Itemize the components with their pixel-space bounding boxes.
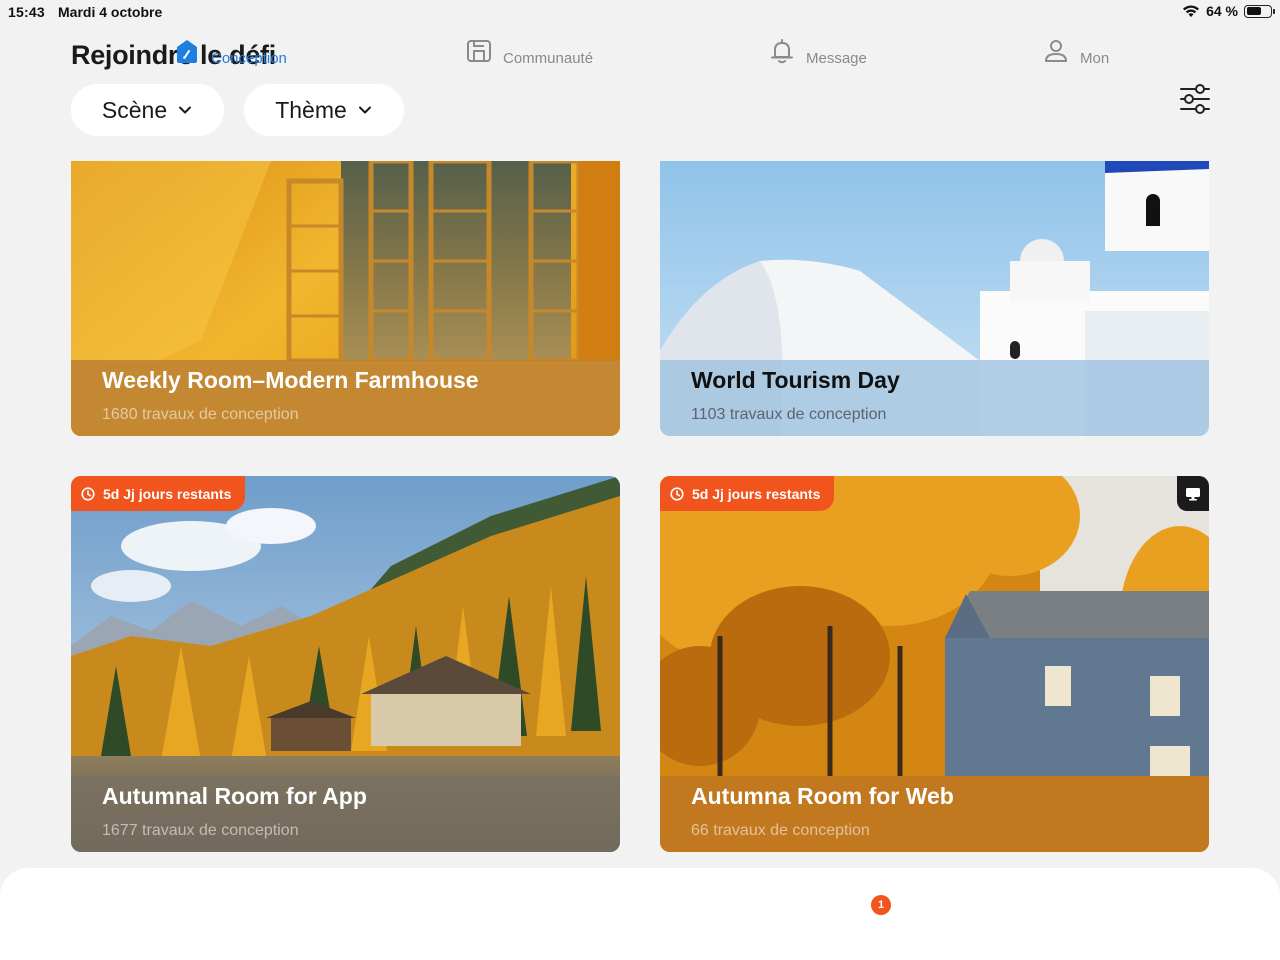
theme-dropdown-label: Thème — [275, 96, 347, 123]
card-title: Autumna Room for Web — [691, 783, 954, 809]
badge-label: 5d Jj jours restants — [103, 485, 232, 502]
scene-dropdown-label: Scène — [101, 96, 168, 123]
tab-label: Message — [806, 50, 867, 67]
status-bar: 15:43 Mardi 4 octobre 64 % — [0, 0, 1280, 24]
card-works-count: 1103 travaux de conception — [691, 406, 887, 423]
card-works-count: 66 travaux de conception — [691, 822, 870, 839]
wifi-icon — [1183, 5, 1200, 17]
clock-icon — [81, 486, 95, 501]
card-caption: Weekly Room–Modern Farmhouse 1680 travau… — [71, 360, 620, 436]
tab-mon[interactable]: Mon — [1042, 39, 1110, 67]
badge-label: 5d Jj jours restants — [692, 485, 821, 502]
status-date: Mardi 4 octobre — [58, 4, 163, 20]
time-remaining-badge: 5d Jj jours restants — [71, 476, 246, 511]
filter-settings-icon[interactable] — [1178, 82, 1212, 116]
challenge-card-autumna-room-web[interactable]: 5d Jj jours restants Autumna Room for We… — [660, 476, 1209, 852]
challenge-card-modern-farmhouse[interactable]: Weekly Room–Modern Farmhouse 1680 travau… — [71, 161, 620, 436]
tab-label: Conception — [211, 50, 287, 67]
card-caption: Autumnal Room for App 1677 travaux de co… — [71, 776, 620, 852]
community-icon — [467, 39, 491, 62]
battery-level — [1246, 7, 1262, 15]
tab-label: Mon — [1080, 50, 1110, 67]
bell-icon — [771, 38, 793, 63]
card-works-count: 1677 travaux de conception — [102, 822, 299, 839]
challenge-card-world-tourism-day[interactable]: World Tourism Day 1103 travaux de concep… — [660, 161, 1209, 436]
design-icon — [177, 39, 197, 63]
battery-icon — [1244, 4, 1275, 18]
status-time: 15:43 — [8, 4, 45, 20]
monitor-icon — [1186, 487, 1200, 500]
user-icon — [1045, 39, 1067, 62]
message-notification-badge: 1 — [871, 895, 891, 915]
card-title: Weekly Room–Modern Farmhouse — [102, 367, 479, 393]
theme-dropdown[interactable]: Thème — [244, 84, 404, 136]
card-title: Autumnal Room for App — [102, 783, 367, 809]
clock-icon — [670, 486, 684, 501]
card-caption: World Tourism Day 1103 travaux de concep… — [660, 360, 1209, 436]
tab-conception[interactable]: Conception — [173, 39, 287, 67]
web-platform-button[interactable] — [1177, 476, 1209, 511]
card-title: World Tourism Day — [691, 367, 900, 393]
card-caption: Autumna Room for Web 66 travaux de conce… — [660, 776, 1209, 852]
tab-label: Communauté — [503, 50, 594, 67]
battery-percent: 64 % — [1206, 3, 1238, 19]
bottom-tab-bar — [0, 868, 1280, 960]
scene-dropdown[interactable]: Scène — [71, 84, 224, 136]
tab-communaute[interactable]: Communauté — [465, 39, 594, 67]
time-remaining-badge: 5d Jj jours restants — [660, 476, 835, 511]
tab-message[interactable]: Message — [768, 38, 867, 67]
challenge-card-autumnal-room-app[interactable]: 5d Jj jours restants Autumnal Room for A… — [71, 476, 620, 852]
card-works-count: 1680 travaux de conception — [102, 406, 299, 423]
status-right: 64 % — [1182, 3, 1275, 19]
chevron-down-icon — [179, 106, 192, 114]
chevron-down-icon — [358, 106, 371, 114]
